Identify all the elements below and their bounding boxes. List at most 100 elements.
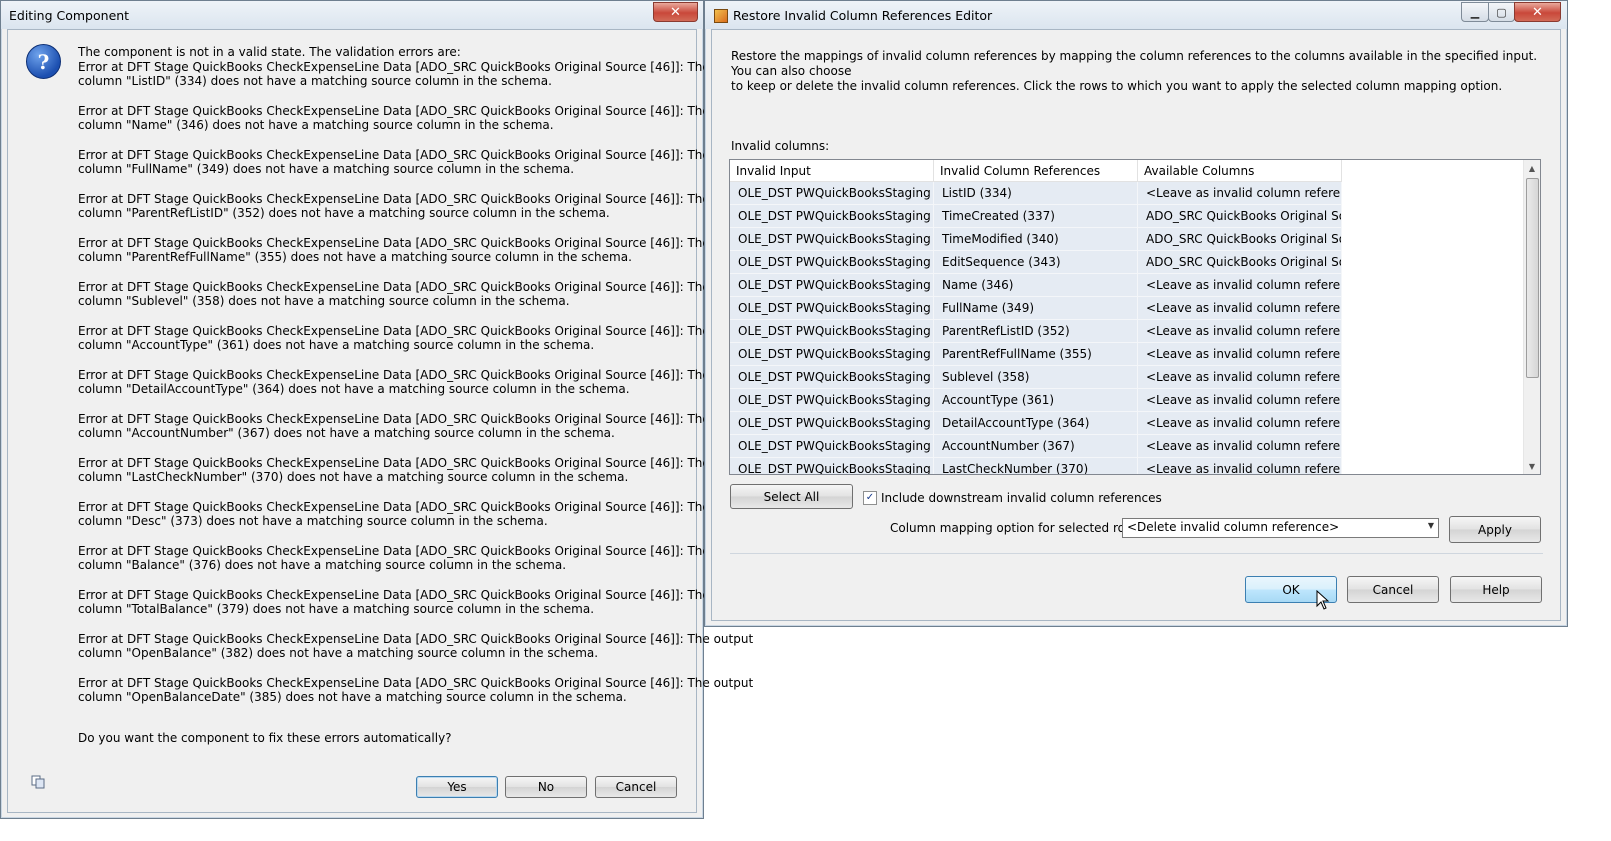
left-cancel-button[interactable]: Cancel — [595, 776, 677, 798]
invalid-column-reference-cell[interactable]: ParentRefListID (352) — [933, 319, 1138, 343]
invalid-column-reference-cell[interactable]: Sublevel (358) — [933, 365, 1138, 389]
invalid-column-reference-cell[interactable]: TimeModified (340) — [933, 227, 1138, 251]
col-available-columns[interactable]: Available Columns — [1137, 160, 1342, 182]
right-titlebar[interactable]: Restore Invalid Column References Editor… — [705, 1, 1567, 29]
grid-row[interactable]: OLE_DST PWQuickBooksStaging D... ListID (… — [730, 181, 1342, 205]
invalid-input-cell[interactable]: OLE_DST PWQuickBooksStaging D... — [730, 411, 934, 435]
available-column-cell[interactable]: <Leave as invalid column reference> — [1137, 411, 1342, 435]
available-column-cell[interactable]: <Leave as invalid column reference> — [1137, 319, 1342, 343]
invalid-column-reference-cell[interactable]: ParentRefFullName (355) — [933, 342, 1138, 366]
invalid-input-cell[interactable]: OLE_DST PWQuickBooksStaging D... — [730, 457, 934, 474]
error-line: column "AccountType" (361) does not have… — [78, 338, 595, 352]
invalid-column-reference-cell[interactable]: Name (346) — [933, 273, 1138, 297]
invalid-input-cell[interactable]: OLE_DST PWQuickBooksStaging D... — [730, 388, 934, 412]
right-cancel-button[interactable]: Cancel — [1347, 576, 1439, 603]
available-column-cell[interactable]: <Leave as invalid column reference> — [1137, 273, 1342, 297]
available-column-cell[interactable]: ADO_SRC QuickBooks Original Sou... — [1137, 250, 1342, 274]
dialog-separator — [730, 553, 1543, 554]
minimize-button[interactable]: ▁ — [1461, 2, 1489, 22]
grid-vertical-scrollbar[interactable]: ▲ ▼ — [1523, 160, 1540, 474]
error-line: Error at DFT Stage QuickBooks CheckExpen… — [78, 191, 754, 206]
invalid-input-cell[interactable]: OLE_DST PWQuickBooksStaging D... — [730, 273, 934, 297]
left-titlebar[interactable]: Editing Component ✕ — [1, 1, 703, 29]
error-line: Error at DFT Stage QuickBooks CheckExpen… — [78, 587, 754, 602]
scroll-thumb[interactable] — [1526, 178, 1539, 378]
left-close-button[interactable]: ✕ — [653, 2, 698, 22]
invalid-input-cell[interactable]: OLE_DST PWQuickBooksStaging D... — [730, 319, 934, 343]
available-column-cell[interactable]: <Leave as invalid column reference> — [1137, 365, 1342, 389]
scroll-down-icon[interactable]: ▼ — [1524, 458, 1540, 474]
error-line: column "Balance" (376) does not have a m… — [78, 558, 567, 572]
available-column-cell[interactable]: <Leave as invalid column reference> — [1137, 434, 1342, 458]
invalid-input-cell[interactable]: OLE_DST PWQuickBooksStaging D... — [730, 204, 934, 228]
maximize-icon: ▢ — [1496, 5, 1507, 19]
available-column-cell[interactable]: <Leave as invalid column reference> — [1137, 296, 1342, 320]
grid-row[interactable]: OLE_DST PWQuickBooksStaging D... LastChec… — [730, 457, 1342, 474]
apply-button[interactable]: Apply — [1449, 516, 1541, 543]
grid-row[interactable]: OLE_DST PWQuickBooksStaging D... ParentRe… — [730, 319, 1342, 343]
grid-row[interactable]: OLE_DST PWQuickBooksStaging D... EditSequ… — [730, 250, 1342, 274]
copy-icon[interactable] — [31, 775, 45, 789]
invalid-column-reference-cell[interactable]: AccountType (361) — [933, 388, 1138, 412]
available-column-cell[interactable]: <Leave as invalid column reference> — [1137, 457, 1342, 474]
invalid-columns-grid[interactable]: Invalid Input Invalid Column References … — [729, 159, 1541, 475]
error-line: Error at DFT Stage QuickBooks CheckExpen… — [78, 675, 754, 690]
col-invalid-input[interactable]: Invalid Input — [730, 160, 934, 182]
available-column-cell[interactable]: <Leave as invalid column reference> — [1137, 181, 1342, 205]
error-entry: Error at DFT Stage QuickBooks CheckExpen… — [78, 103, 754, 133]
error-line: column "Desc" (373) does not have a matc… — [78, 514, 548, 528]
error-entry: Error at DFT Stage QuickBooks CheckExpen… — [78, 500, 753, 529]
invalid-input-cell[interactable]: OLE_DST PWQuickBooksStaging D... — [730, 434, 934, 458]
invalid-column-reference-cell[interactable]: AccountNumber (367) — [933, 434, 1138, 458]
header-line: The component is not in a valid state. T… — [78, 45, 461, 59]
include-downstream-label[interactable]: Include downstream invalid column refere… — [881, 491, 1162, 505]
grid-row[interactable]: OLE_DST PWQuickBooksStaging D... Name (34… — [730, 273, 1342, 297]
right-close-button[interactable]: ✕ — [1514, 2, 1561, 22]
maximize-button[interactable]: ▢ — [1488, 2, 1515, 22]
invalid-column-reference-cell[interactable]: TimeCreated (337) — [933, 204, 1138, 228]
grid-row[interactable]: OLE_DST PWQuickBooksStaging D... AccountN… — [730, 434, 1342, 458]
error-entry: Error at DFT Stage QuickBooks CheckExpen… — [78, 148, 753, 177]
include-downstream-checkbox[interactable]: ✓ — [863, 491, 877, 505]
invalid-column-reference-cell[interactable]: FullName (349) — [933, 296, 1138, 320]
mapping-option-select[interactable]: <Delete invalid column reference> ▼ — [1122, 518, 1439, 538]
invalid-column-reference-cell[interactable]: ListID (334) — [933, 181, 1138, 205]
grid-row[interactable]: OLE_DST PWQuickBooksStaging D... FullName… — [730, 296, 1342, 320]
available-column-cell[interactable]: ADO_SRC QuickBooks Original Sou... — [1137, 227, 1342, 251]
invalid-column-reference-cell[interactable]: DetailAccountType (364) — [933, 411, 1138, 435]
grid-row[interactable]: OLE_DST PWQuickBooksStaging D... Sublevel… — [730, 365, 1342, 389]
error-line: Error at DFT Stage QuickBooks CheckExpen… — [78, 103, 754, 118]
available-column-cell[interactable]: <Leave as invalid column reference> — [1137, 342, 1342, 366]
available-column-cell[interactable]: <Leave as invalid column reference> — [1137, 388, 1342, 412]
no-button[interactable]: No — [505, 776, 587, 798]
fix-question: Do you want the component to fix these e… — [78, 731, 452, 745]
invalid-input-cell[interactable]: OLE_DST PWQuickBooksStaging D... — [730, 227, 934, 251]
description-line-1: Restore the mappings of invalid column r… — [731, 49, 1538, 78]
invalid-input-cell[interactable]: OLE_DST PWQuickBooksStaging D... — [730, 365, 934, 389]
available-column-cell[interactable]: ADO_SRC QuickBooks Original Sou... — [1137, 204, 1342, 228]
scroll-up-icon[interactable]: ▲ — [1524, 160, 1540, 176]
grid-header-row: Invalid Input Invalid Column References … — [730, 160, 1342, 182]
invalid-input-cell[interactable]: OLE_DST PWQuickBooksStaging D... — [730, 250, 934, 274]
help-button[interactable]: Help — [1450, 576, 1542, 603]
select-all-button[interactable]: Select All — [730, 484, 853, 509]
yes-button[interactable]: Yes — [416, 776, 498, 798]
invalid-input-cell[interactable]: OLE_DST PWQuickBooksStaging D... — [730, 342, 934, 366]
col-invalid-column-references[interactable]: Invalid Column References — [933, 160, 1138, 182]
error-line: column "LastCheckNumber" (370) does not … — [78, 470, 629, 484]
grid-row[interactable]: OLE_DST PWQuickBooksStaging D... TimeModi… — [730, 227, 1342, 251]
grid-row[interactable]: OLE_DST PWQuickBooksStaging D... DetailAc… — [730, 411, 1342, 435]
error-entry: Error at DFT Stage QuickBooks CheckExpen… — [78, 280, 753, 309]
invalid-input-cell[interactable]: OLE_DST PWQuickBooksStaging D... — [730, 181, 934, 205]
invalid-columns-label: Invalid columns: — [731, 139, 830, 153]
invalid-input-cell[interactable]: OLE_DST PWQuickBooksStaging D... — [730, 296, 934, 320]
error-line: Error at DFT Stage QuickBooks CheckExpen… — [78, 367, 754, 382]
right-dialog-title: Restore Invalid Column References Editor — [733, 8, 993, 23]
description-line-2: to keep or delete the invalid column ref… — [731, 79, 1503, 93]
grid-row[interactable]: OLE_DST PWQuickBooksStaging D... ParentRe… — [730, 342, 1342, 366]
grid-row[interactable]: OLE_DST PWQuickBooksStaging D... TimeCrea… — [730, 204, 1342, 228]
invalid-column-reference-cell[interactable]: LastCheckNumber (370) — [933, 457, 1138, 474]
error-line: column "FullName" (349) does not have a … — [78, 162, 575, 176]
grid-row[interactable]: OLE_DST PWQuickBooksStaging D... AccountT… — [730, 388, 1342, 412]
invalid-column-reference-cell[interactable]: EditSequence (343) — [933, 250, 1138, 274]
